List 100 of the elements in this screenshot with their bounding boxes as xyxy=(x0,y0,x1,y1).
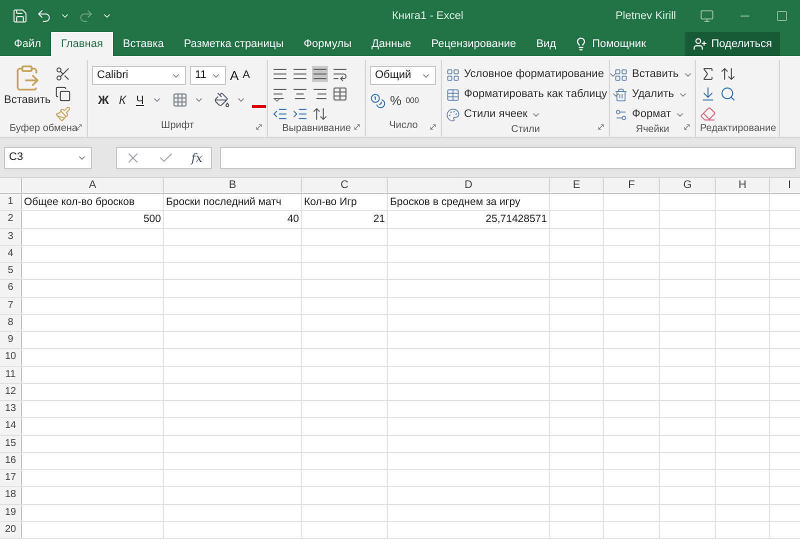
command-icon[interactable] xyxy=(446,108,460,122)
row-header[interactable]: 6 xyxy=(0,280,22,296)
copy-icon[interactable] xyxy=(54,86,71,102)
align-right-icon[interactable] xyxy=(312,86,328,102)
paste-button[interactable]: Вставить xyxy=(4,64,51,122)
ribbon-command[interactable]: Условное форматирование xyxy=(446,66,618,83)
ribbon-tab[interactable]: Вставка xyxy=(112,32,174,56)
dialog-launcher-icon[interactable] xyxy=(429,123,437,131)
column-header[interactable]: E xyxy=(550,178,604,193)
row-header[interactable]: 18 xyxy=(0,487,22,504)
ribbon-command[interactable]: Форматировать как таблицу xyxy=(446,86,622,103)
row-header[interactable]: 10 xyxy=(0,349,22,366)
align-left-icon[interactable] xyxy=(272,86,288,102)
command-icon[interactable] xyxy=(446,88,460,102)
row-header[interactable]: 12 xyxy=(0,384,22,400)
column-header[interactable]: A xyxy=(22,178,164,193)
insert-function-button[interactable]: fx xyxy=(191,148,203,166)
row-header[interactable]: 13 xyxy=(0,401,22,418)
indent-decrease-icon[interactable] xyxy=(272,106,288,122)
table-cell-text: 40 xyxy=(287,212,299,228)
eraser-icon[interactable] xyxy=(700,106,716,122)
row-header[interactable]: 2 xyxy=(0,211,22,228)
underline-button[interactable]: Ч xyxy=(134,91,146,109)
column-header[interactable]: F xyxy=(604,178,660,193)
share-button[interactable]: Поделиться xyxy=(685,32,780,56)
font-size-field[interactable]: 11 xyxy=(190,66,226,85)
column-header[interactable]: C xyxy=(302,178,388,193)
wrap-text-icon[interactable] xyxy=(332,66,348,82)
ribbon-tab[interactable]: Формулы xyxy=(294,32,362,56)
ribbon-tab[interactable]: Разметка страницы xyxy=(174,32,294,56)
number-format-field[interactable]: Общий xyxy=(370,66,436,85)
dialog-launcher-icon[interactable] xyxy=(597,123,605,131)
orientation-icon[interactable] xyxy=(312,106,328,122)
ribbon-display-icon[interactable] xyxy=(700,9,714,23)
font-field[interactable]: Calibri xyxy=(92,66,186,85)
ribbon-command[interactable]: Формат xyxy=(614,106,686,123)
align-bottom-button[interactable] xyxy=(312,66,328,82)
align-center-icon[interactable] xyxy=(292,86,308,102)
grow-font-button[interactable]: A xyxy=(230,69,239,82)
italic-button[interactable]: К xyxy=(116,91,128,109)
table-cell-text: 25,71428571 xyxy=(486,212,547,228)
align-top-icon[interactable] xyxy=(272,66,288,82)
dialog-launcher-icon[interactable] xyxy=(255,123,263,131)
row-header[interactable]: 17 xyxy=(0,470,22,486)
row-header[interactable]: 7 xyxy=(0,298,22,314)
merge-icon[interactable] xyxy=(332,86,348,102)
row-header[interactable]: 11 xyxy=(0,366,22,383)
dialog-launcher-icon[interactable] xyxy=(683,123,691,131)
percent-button[interactable]: % xyxy=(390,91,402,110)
name-box[interactable]: C3 xyxy=(4,146,92,168)
column-header[interactable]: G xyxy=(660,178,716,193)
row-header[interactable]: 16 xyxy=(0,452,22,469)
user-icon[interactable] xyxy=(693,37,708,51)
row-header[interactable]: 8 xyxy=(0,314,22,331)
assistant-button[interactable]: Помощник xyxy=(566,32,654,56)
column-header[interactable]: B xyxy=(164,178,302,193)
row-header[interactable]: 5 xyxy=(0,263,22,280)
fill-color-icon[interactable] xyxy=(214,92,230,108)
ribbon-tab[interactable]: Файл xyxy=(4,32,52,56)
formula-field[interactable] xyxy=(220,146,796,168)
row-header[interactable]: 9 xyxy=(0,332,22,348)
column-header[interactable]: H xyxy=(716,178,770,193)
borders-icon[interactable] xyxy=(172,92,188,108)
ribbon-tab[interactable]: Вид xyxy=(526,32,566,56)
fill-icon[interactable] xyxy=(700,86,716,102)
scissors-icon[interactable] xyxy=(54,66,71,82)
table-cell-text: Броски последний матч xyxy=(166,195,282,210)
command-icon[interactable] xyxy=(446,68,460,82)
ribbon-command[interactable]: Вставить xyxy=(614,66,693,83)
ribbon-command[interactable]: Удалить xyxy=(614,86,688,103)
ribbon-command[interactable]: Стили ячеек xyxy=(446,106,542,123)
bold-button[interactable]: Ж xyxy=(96,91,111,109)
row-header[interactable]: 15 xyxy=(0,436,22,452)
align-middle-icon[interactable] xyxy=(292,66,308,82)
row-header[interactable]: 3 xyxy=(0,228,22,245)
command-icon[interactable] xyxy=(614,68,628,82)
redo-icon[interactable] xyxy=(78,8,94,24)
column-header[interactable]: D xyxy=(388,178,550,193)
undo-icon[interactable] xyxy=(36,8,52,24)
command-icon[interactable] xyxy=(614,88,628,102)
ribbon-tab[interactable]: Данные xyxy=(361,32,422,56)
currency-icon[interactable] xyxy=(370,92,386,109)
ribbon-tab[interactable]: Рецензирование xyxy=(421,32,526,56)
sort-icon[interactable] xyxy=(720,66,736,82)
shrink-font-button[interactable]: A xyxy=(242,70,250,81)
thousands-button[interactable]: 000 xyxy=(406,94,419,107)
ribbon-tab[interactable]: Главная xyxy=(51,32,113,56)
command-icon[interactable] xyxy=(614,108,628,122)
row-header[interactable]: 1 xyxy=(0,194,22,210)
indent-increase-icon[interactable] xyxy=(292,106,308,122)
group-label: Стили xyxy=(511,123,540,137)
column-header[interactable]: I xyxy=(770,178,800,193)
row-header[interactable]: 20 xyxy=(0,522,22,538)
row-header[interactable]: 14 xyxy=(0,418,22,434)
save-icon[interactable] xyxy=(12,8,28,24)
row-header[interactable]: 4 xyxy=(0,246,22,262)
row-header[interactable]: 19 xyxy=(0,504,22,521)
search-icon[interactable] xyxy=(720,86,736,102)
maximize-icon[interactable] xyxy=(776,10,788,22)
dialog-launcher-icon[interactable] xyxy=(353,123,361,131)
